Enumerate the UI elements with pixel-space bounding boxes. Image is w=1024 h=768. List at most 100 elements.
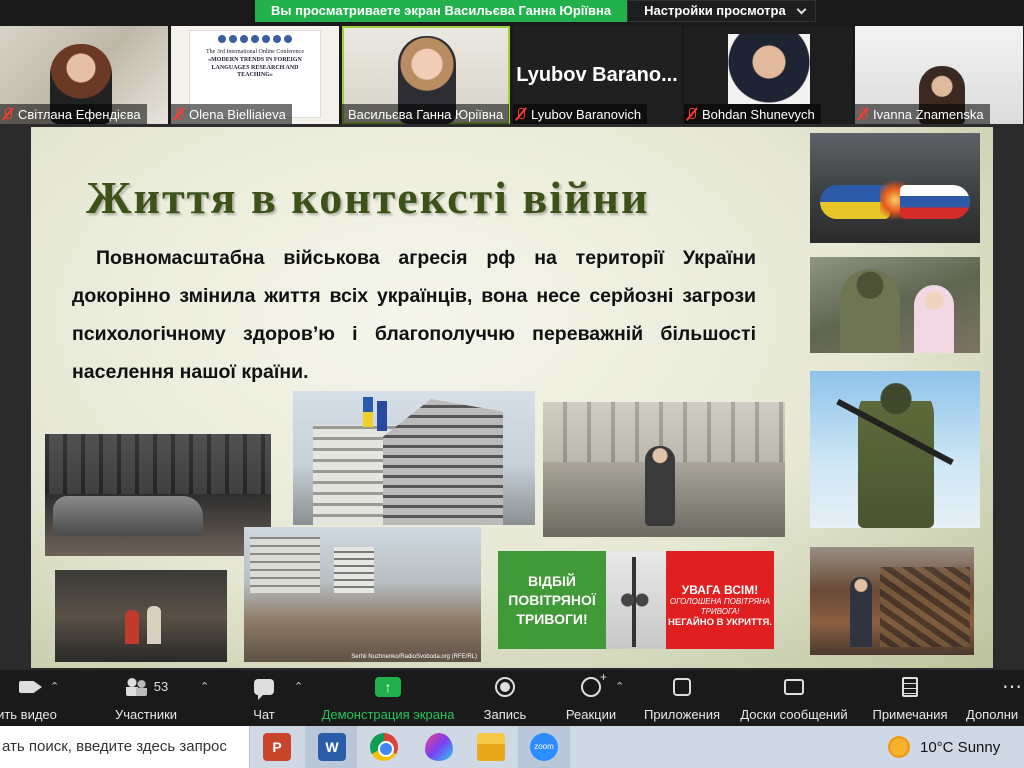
mic-muted-icon [515, 107, 527, 121]
taskbar-search-input[interactable]: ать поиск, введите здесь запрос [0, 726, 250, 768]
alert-instruction: НЕГАЙНО В УКРИТТЯ. [668, 617, 772, 628]
mic-muted-icon [686, 107, 698, 121]
participant-namebar: Васильєва Ганна Юріївна [342, 104, 510, 124]
participant-tile[interactable]: Світлана Ефендієва [0, 26, 168, 124]
apps-icon [673, 677, 691, 696]
share-banner: Вы просматриваете экран Васильєва Ганна … [255, 0, 816, 22]
participant-namebar: Ivanna Znamenska [855, 104, 990, 124]
meeting-toolbar: ить видео ⌃ 53 Участники ⌃ Чат ⌃ ↑ Демон… [0, 670, 1024, 726]
video-options-chevron-up-icon[interactable]: ⌃ [50, 680, 59, 693]
whiteboards-button[interactable]: Доски сообщений [736, 674, 852, 722]
reactions-options-chevron-up-icon[interactable]: ⌃ [615, 680, 624, 693]
participant-name: Світлана Ефендієва [18, 106, 141, 122]
notes-icon [902, 676, 918, 697]
ruins-man-image [810, 547, 974, 655]
mic-muted-icon [2, 107, 14, 121]
whiteboard-icon [784, 678, 804, 695]
participants-label: Участники [114, 707, 178, 722]
fists-flags-image [810, 133, 980, 243]
record-button[interactable]: Запись [480, 674, 530, 722]
reactions-label: Реакции [565, 707, 617, 722]
powerpoint-icon[interactable]: P [263, 733, 291, 761]
alert-heading: УВАГА ВСІМ! [681, 583, 759, 597]
damaged-building-image [293, 391, 535, 525]
more-button[interactable]: ⋯ Дополни [966, 674, 1024, 722]
apps-label: Приложения [643, 707, 721, 722]
air-alert-end-sign: ВІДБІЙ ПОВІТРЯНОЇ ТРИВОГИ! [498, 551, 606, 649]
apps-button[interactable]: Приложения [640, 674, 724, 722]
participant-namebar: Olena Bielliaieva [171, 104, 292, 124]
more-label: Дополни [966, 707, 1019, 722]
viewing-screen-label: Вы просматриваете экран Васильєва Ганна … [255, 0, 628, 22]
participant-photo [728, 34, 810, 104]
whiteboards-label: Доски сообщений [740, 707, 848, 722]
participant-name: Васильєва Ганна Юріївна [348, 106, 504, 122]
share-screen-label: Демонстрация экрана [321, 707, 455, 722]
slide-title: Життя в контексті війни [86, 172, 650, 223]
destroyed-district-image: Serhii Nuzhnenko/RadioSvoboda.org (RFE/R… [244, 527, 481, 662]
participant-namebar: Світлана Ефендієва [0, 104, 147, 124]
participant-tile[interactable]: Lyubov Barano... Lyubov Baranovich [513, 26, 681, 124]
windows-taskbar: ать поиск, введите здесь запрос P W zoom… [0, 726, 1024, 768]
street-woman-image [543, 402, 785, 537]
participant-name: Olena Bielliaieva [189, 106, 286, 122]
participant-tile[interactable]: Ivanna Znamenska [855, 26, 1023, 124]
reactions-button[interactable]: Реакции [562, 670, 620, 723]
participant-tile[interactable]: Bohdan Shunevych [684, 26, 852, 124]
share-screen-button[interactable]: ↑ Демонстрация экрана [318, 674, 458, 722]
participants-icon [124, 677, 150, 696]
chat-button[interactable]: Чат [244, 674, 284, 722]
participants-options-chevron-up-icon[interactable]: ⌃ [200, 680, 209, 693]
participant-tile-active-speaker[interactable]: Васильєва Ганна Юріївна [342, 26, 510, 124]
mic-muted-icon [857, 107, 869, 121]
paint-drop-icon[interactable] [425, 733, 453, 761]
rescuers-ruins-image [55, 570, 227, 662]
notes-label: Примечания [872, 707, 948, 722]
burned-cars-image [45, 434, 271, 556]
shared-screen-area: Життя в контексті війни Повномасштабна в… [0, 124, 1024, 670]
view-settings-label: Настройки просмотра [644, 3, 786, 18]
participant-strip: Світлана Ефендієва The 3rd International… [0, 26, 1024, 124]
reactions-icon [581, 670, 607, 697]
participant-display-name: Lyubov Barano... [516, 64, 678, 86]
word-icon[interactable]: W [318, 733, 346, 761]
alert-subheading: ОГОЛОШЕНА ПОВІТРЯНА ТРИВОГА! [669, 597, 771, 616]
poster-line-2: «MODERN TRENDS IN FOREIGN LANGUAGES RESE… [208, 56, 302, 79]
chrome-icon[interactable] [370, 733, 398, 761]
chat-icon [254, 678, 274, 700]
weather-text: 10°C Sunny [920, 738, 1001, 756]
file-explorer-icon[interactable] [477, 733, 505, 761]
participant-namebar: Lyubov Baranovich [513, 104, 648, 124]
participants-count: 53 [153, 679, 169, 694]
participant-tile[interactable]: The 3rd International Online Conference … [171, 26, 339, 124]
participant-name: Ivanna Znamenska [873, 106, 984, 122]
record-icon [495, 676, 515, 697]
camera-icon [19, 680, 42, 693]
weather-widget[interactable]: 10°C Sunny [888, 726, 1000, 768]
notes-button[interactable]: Примечания [868, 674, 952, 722]
soldier-image [810, 371, 980, 528]
participant-namebar: Bohdan Shunevych [684, 104, 821, 124]
air-alert-sign: УВАГА ВСІМ! ОГОЛОШЕНА ПОВІТРЯНА ТРИВОГА!… [666, 551, 774, 649]
more-icon: ⋯ [1002, 676, 1023, 698]
chat-label: Чат [253, 707, 275, 722]
video-label: ить видео [0, 707, 57, 722]
zoom-icon[interactable]: zoom [530, 733, 558, 761]
slide-body-text: Повномасштабна військова агресія рф на т… [72, 247, 756, 383]
presentation-slide: Життя в контексті війни Повномасштабна в… [31, 127, 993, 668]
view-settings-button[interactable]: Настройки просмотра [627, 0, 816, 22]
poster-line-1: The 3rd International Online Conference [206, 49, 304, 55]
zoom-meeting-window: Вы просматриваете экран Васильєва Ганна … [0, 0, 1024, 768]
photo-caption: Serhii Nuzhnenko/RadioSvoboda.org (RFE/R… [351, 654, 477, 660]
record-label: Запись [483, 707, 527, 722]
participants-button[interactable]: 53 Участники [108, 674, 184, 722]
mic-muted-icon [173, 107, 185, 121]
chevron-down-icon [796, 4, 807, 14]
soldier-child-image [810, 257, 980, 353]
participant-name: Lyubov Baranovich [531, 106, 642, 122]
chat-options-chevron-up-icon[interactable]: ⌃ [294, 680, 303, 693]
share-screen-icon: ↑ [375, 676, 401, 697]
sun-icon [888, 736, 910, 758]
siren-image [606, 551, 666, 649]
participant-name: Bohdan Shunevych [702, 106, 815, 122]
